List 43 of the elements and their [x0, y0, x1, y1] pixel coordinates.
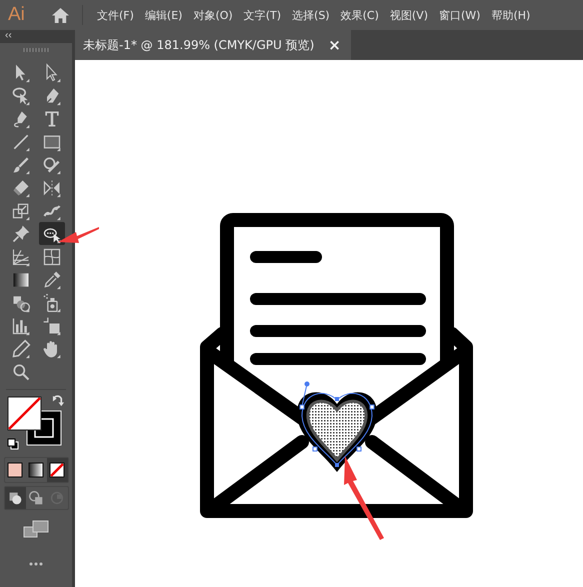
sprayer-icon	[42, 292, 62, 312]
artboard-icon	[42, 316, 62, 336]
document-tab[interactable]: 未标题-1* @ 181.99% (CMYK/GPU 预览) ×	[75, 30, 351, 60]
hand-icon	[42, 338, 62, 358]
screen-mode-icon[interactable]	[23, 520, 49, 538]
lasso-icon	[10, 86, 30, 106]
color-swatch-icon	[5, 460, 25, 480]
menu-item[interactable]: 窗口(W)	[438, 8, 480, 22]
gradient-swatch-icon	[26, 460, 46, 480]
swap-icon[interactable]	[52, 394, 65, 407]
eyedropper-icon	[42, 270, 62, 290]
menu-item[interactable]: 对象(O)	[193, 8, 233, 22]
more-icon[interactable]	[29, 562, 43, 566]
menu-item[interactable]: 编辑(E)	[144, 8, 182, 22]
draw-behind-icon	[27, 489, 45, 507]
draw-inside-icon	[48, 489, 66, 507]
heart-drawing[interactable]	[297, 382, 377, 472]
none-mode-button[interactable]	[46, 458, 68, 482]
menu-item[interactable]: 帮助(H)	[491, 8, 530, 22]
perspective-icon	[10, 246, 30, 266]
grip-icon[interactable]	[23, 48, 49, 52]
brush-icon	[10, 154, 30, 174]
draw-normal-button[interactable]	[4, 487, 26, 509]
none-swatch-icon	[47, 460, 67, 480]
home-icon[interactable]	[51, 6, 70, 24]
menu-item[interactable]: 效果(C)	[340, 8, 379, 22]
zoom-icon	[10, 362, 30, 382]
eraser-icon	[10, 178, 30, 198]
graph-icon	[10, 316, 30, 336]
pin-icon	[10, 224, 30, 244]
collapse-glyph[interactable]: ‹‹	[5, 31, 12, 41]
close-button[interactable]: ×	[328, 36, 341, 54]
menu-item[interactable]: 选择(S)	[292, 8, 330, 22]
default-colors-icon[interactable]	[7, 438, 19, 450]
mesh-icon	[42, 246, 62, 266]
reflect-icon	[42, 178, 62, 198]
scale-icon	[10, 200, 30, 220]
menu-item[interactable]: 文字(T)	[244, 8, 282, 22]
pencil-icon	[10, 338, 30, 358]
shaper-icon	[42, 154, 62, 174]
menu-item[interactable]: 文件(F)	[97, 8, 134, 22]
fill-stroke-swatch-icon[interactable]	[7, 396, 63, 446]
menu-item[interactable]: 视图(V)	[390, 8, 428, 22]
